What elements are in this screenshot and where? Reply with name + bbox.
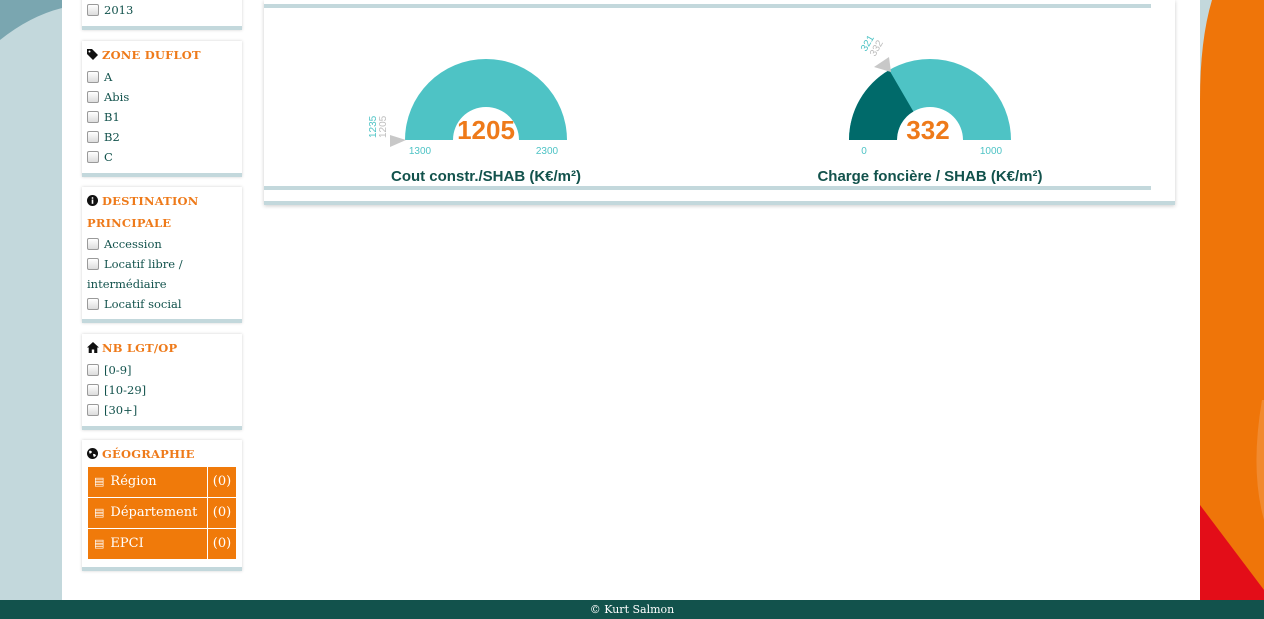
checkbox[interactable] — [87, 363, 99, 376]
gauges-svg: 1235 1205 1205 1300 2300 321 332 332 0 1… — [368, 33, 1011, 157]
departement-count: (0) — [207, 497, 236, 528]
card-bottom-border — [264, 201, 1175, 205]
gauge-1-marker-label-2: 1205 — [378, 115, 389, 138]
checkbox[interactable] — [87, 4, 99, 16]
gauge-charge-fonciere: 321 332 332 0 1000 — [849, 33, 1011, 157]
zone-duflot-title: ZONE DUFLOT — [82, 41, 242, 67]
zone-option-a[interactable]: A — [82, 67, 242, 87]
destination-title: DESTINATION PRINCIPALE — [82, 187, 212, 234]
geographie-panel: GÉOGRAPHIE ▤ Région (0) ▤ Département (0) … — [82, 440, 242, 571]
checkbox[interactable] — [87, 257, 99, 270]
destination-option-locatif-libre[interactable]: Locatif libre / intermédiaire — [82, 254, 197, 294]
destination-option-locatif-social[interactable]: Locatif social — [82, 294, 242, 314]
checkbox[interactable] — [87, 383, 99, 396]
nb-option-10-29[interactable]: [10-29] — [82, 380, 242, 400]
bottom-divider — [264, 186, 1151, 190]
gauge-2-max-label: 1000 — [980, 146, 1003, 157]
checkbox[interactable] — [87, 110, 99, 123]
checkbox[interactable] — [87, 130, 99, 143]
region-count: (0) — [207, 466, 236, 497]
zone-option-c[interactable]: C — [82, 147, 242, 167]
gauge-2-min-label: 0 — [861, 146, 867, 157]
gauge-1-max-label: 2300 — [536, 146, 559, 157]
left-background-shape — [0, 0, 62, 40]
year-filter-panel: 2013 — [82, 0, 242, 30]
copyright-text: © Kurt Salmon — [589, 603, 675, 616]
geographie-title: GÉOGRAPHIE — [82, 440, 242, 467]
checkbox[interactable] — [87, 237, 99, 250]
right-background-decoration — [1200, 0, 1264, 600]
checkbox[interactable] — [87, 90, 99, 103]
globe-icon — [87, 445, 99, 466]
epci-count: (0) — [207, 528, 236, 559]
zone-option-abis[interactable]: Abis — [82, 87, 242, 107]
list-icon: ▤ — [94, 505, 105, 519]
nb-lgt-panel: NB LGT/OP [0-9] [10-29] [30+] — [82, 334, 242, 430]
zone-option-b1[interactable]: B1 — [82, 107, 242, 127]
footer: © Kurt Salmon — [0, 600, 1264, 619]
gauge-1-title: Cout constr./SHAB (K€/m²) — [390, 168, 581, 185]
zone-option-b2[interactable]: B2 — [82, 127, 242, 147]
left-background-decoration — [0, 0, 62, 600]
destination-panel: DESTINATION PRINCIPALE Accession Locatif… — [82, 187, 242, 323]
nb-option-30-plus[interactable]: [30+] — [82, 400, 242, 420]
nb-option-0-9[interactable]: [0-9] — [82, 360, 242, 380]
gauge-1-min-label: 1300 — [409, 146, 432, 157]
home-icon — [87, 339, 99, 360]
right-background-shape — [1200, 0, 1264, 600]
departement-button[interactable]: ▤ Département (0) — [88, 497, 236, 528]
tag-icon — [87, 46, 99, 67]
info-icon — [87, 192, 99, 213]
checkbox[interactable] — [87, 403, 99, 416]
gauge-cout-construction: 1235 1205 1205 1300 2300 — [368, 59, 567, 157]
gauge-1-value: 1205 — [457, 115, 515, 145]
checkbox[interactable] — [87, 297, 99, 310]
nb-lgt-title: NB LGT/OP — [82, 334, 242, 360]
gauge-1-marker — [390, 135, 406, 147]
gauge-2-title: Charge foncière / SHAB (K€/m²) — [817, 168, 1043, 185]
year-option[interactable]: 2013 — [82, 0, 242, 20]
gauge-2-value: 332 — [906, 115, 949, 145]
gauges-card: 1235 1205 1205 1300 2300 321 332 332 0 1… — [264, 0, 1175, 205]
checkbox[interactable] — [87, 150, 99, 163]
top-divider — [264, 4, 1151, 8]
zone-duflot-panel: ZONE DUFLOT A Abis B1 B2 C — [82, 41, 242, 177]
checkbox[interactable] — [87, 70, 99, 83]
list-icon: ▤ — [94, 536, 105, 550]
region-button[interactable]: ▤ Région (0) — [88, 466, 236, 497]
epci-button[interactable]: ▤ EPCI (0) — [88, 528, 236, 559]
destination-option-accession[interactable]: Accession — [82, 234, 242, 254]
list-icon: ▤ — [94, 474, 105, 488]
gauge-2-marker — [874, 57, 891, 72]
